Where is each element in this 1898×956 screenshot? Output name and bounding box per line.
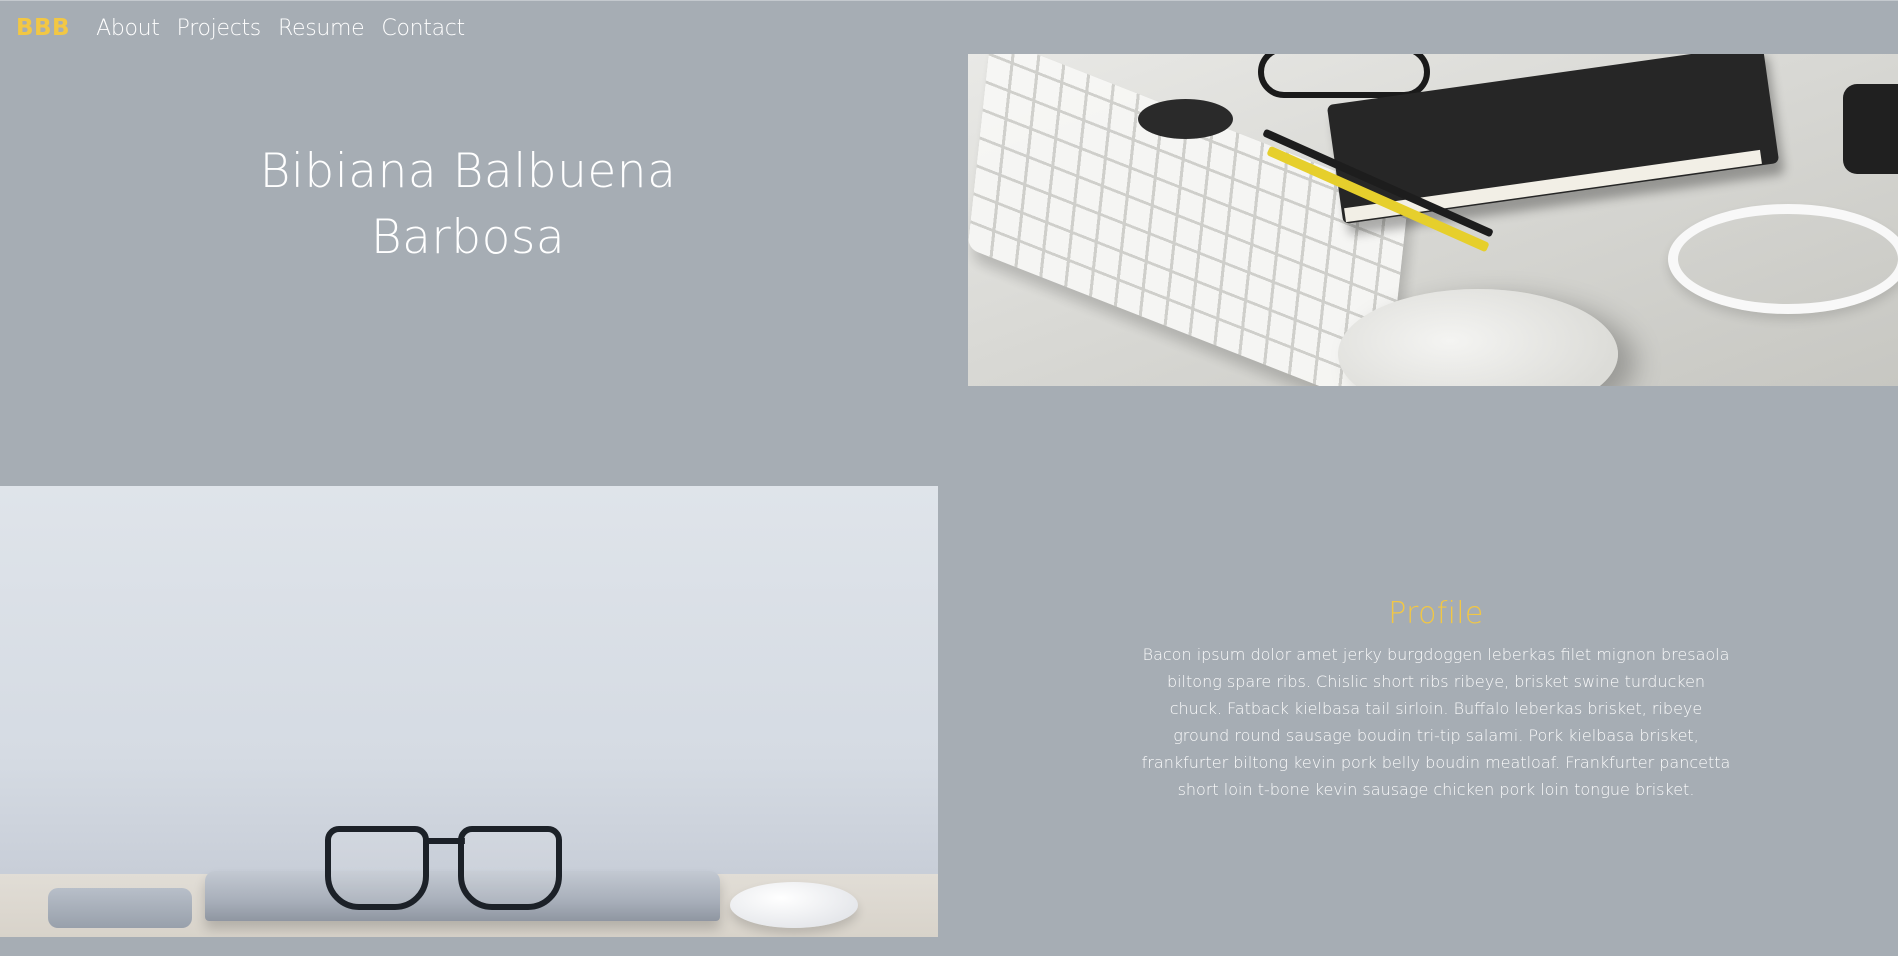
desk-workspace-photo	[968, 54, 1898, 386]
lens-cap-shape	[1138, 99, 1233, 139]
glasses-left-lens-shape	[325, 826, 429, 910]
hero-name-line-2: Barbosa	[370, 210, 566, 265]
brand-logo-link[interactable]: BBB	[16, 15, 70, 41]
glasses-right-lens-shape	[458, 826, 562, 910]
mouse-shape	[730, 882, 858, 928]
watch-shape	[1843, 84, 1898, 174]
cable-shape	[1668, 204, 1898, 314]
laptop-glasses-photo	[0, 486, 938, 937]
page: BBB About Projects Resume Contact Bibian…	[0, 0, 1898, 956]
profile-heading: Profile	[1388, 596, 1484, 631]
profile-paragraph: Bacon ipsum dolor amet jerky burgdoggen …	[1141, 645, 1731, 799]
nav-link-about[interactable]: About	[96, 16, 160, 41]
nav-link-contact[interactable]: Contact	[381, 16, 465, 41]
nav-link-resume[interactable]: Resume	[278, 16, 365, 41]
phone-shape	[48, 888, 192, 928]
top-nav: BBB About Projects Resume Contact	[16, 13, 482, 43]
hero-name-line-1: Bibiana Balbuena	[259, 144, 677, 199]
profile-section: Profile Bacon ipsum dolor amet jerky bur…	[1140, 596, 1732, 803]
glasses-shape	[1258, 54, 1430, 98]
nav-link-projects[interactable]: Projects	[177, 16, 262, 41]
hero-name-heading: Bibiana Balbuena Barbosa	[0, 139, 936, 271]
